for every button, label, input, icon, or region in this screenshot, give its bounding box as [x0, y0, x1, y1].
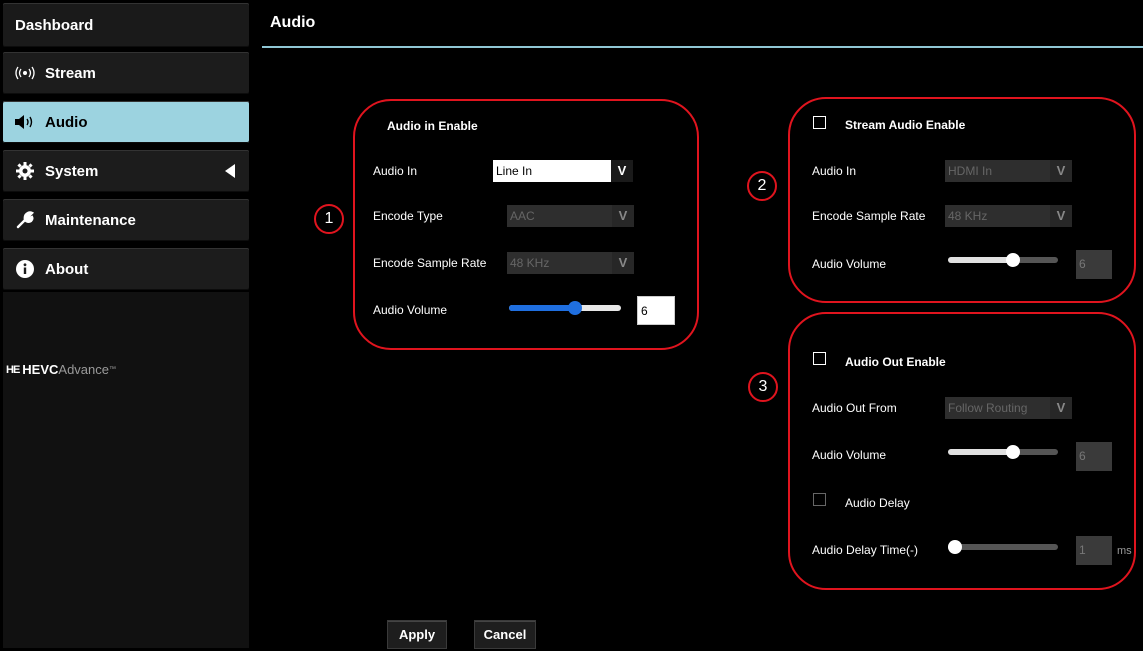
- chevron-down-icon: V: [612, 252, 634, 274]
- sidebar-item-stream[interactable]: Stream: [3, 52, 249, 94]
- audio-out-volume-input[interactable]: 6: [1076, 442, 1112, 471]
- gear-icon: [13, 162, 37, 180]
- stream-sample-rate-value: 48 KHz: [945, 205, 1050, 227]
- collapse-caret-icon[interactable]: [225, 164, 235, 178]
- info-icon: [13, 260, 37, 278]
- audio-out-from-select[interactable]: Follow Routing V: [945, 397, 1072, 419]
- audio-out-from-value: Follow Routing: [945, 397, 1050, 419]
- encode-type-select[interactable]: AAC V: [507, 205, 634, 227]
- wrench-icon: [13, 211, 37, 229]
- audio-delay-time-input[interactable]: 1: [1076, 536, 1112, 565]
- chevron-down-icon: V: [1050, 160, 1072, 182]
- sidebar-background: [3, 292, 249, 648]
- audio-in-enable-title: Audio in Enable: [387, 119, 478, 133]
- logo-suffix: Advance: [58, 362, 109, 377]
- sidebar-item-label: About: [45, 260, 89, 278]
- audio-in-value: Line In: [493, 160, 611, 182]
- apply-button[interactable]: Apply: [387, 620, 447, 649]
- sidebar-item-label: Audio: [45, 113, 88, 131]
- encode-sample-rate-select[interactable]: 48 KHz V: [507, 252, 634, 274]
- chevron-down-icon: V: [1050, 205, 1072, 227]
- stream-audio-in-select[interactable]: HDMI In V: [945, 160, 1072, 182]
- sidebar-item-label: Maintenance: [45, 211, 136, 229]
- audio-volume-slider[interactable]: [509, 301, 621, 315]
- stream-audio-volume-label: Audio Volume: [812, 257, 887, 271]
- stream-audio-volume-slider[interactable]: [948, 253, 1058, 267]
- annotation-number-2: 2: [747, 171, 777, 201]
- slider-thumb[interactable]: [948, 540, 962, 554]
- slider-fill: [948, 449, 1013, 455]
- stream-audio-enable-checkbox[interactable]: [813, 116, 826, 129]
- sidebar-item-label: System: [45, 162, 99, 180]
- audio-out-enable-label: Audio Out Enable: [845, 355, 946, 369]
- logo-tm: ™: [109, 366, 116, 373]
- chevron-down-icon: V: [612, 205, 634, 227]
- chevron-down-icon: V: [1050, 397, 1072, 419]
- sidebar-item-maintenance[interactable]: Maintenance: [3, 199, 249, 241]
- sidebar: Dashboard Stream Audio System Maintenanc…: [0, 0, 250, 651]
- chevron-down-icon: V: [611, 160, 633, 182]
- audio-delay-time-label: Audio Delay Time(-): [812, 543, 919, 557]
- slider-fill: [509, 305, 575, 311]
- page-title: Audio: [270, 14, 316, 31]
- audio-volume-label: Audio Volume: [373, 303, 448, 317]
- hevc-advance-logo: HE HEVC Advance ™: [6, 362, 116, 377]
- stream-audio-in-label: Audio In: [812, 164, 857, 178]
- broadcast-icon: [13, 66, 37, 80]
- title-divider: [262, 46, 1143, 48]
- stream-audio-volume-input[interactable]: 6: [1076, 250, 1112, 279]
- stream-sample-rate-select[interactable]: 48 KHz V: [945, 205, 1072, 227]
- slider-thumb[interactable]: [568, 301, 582, 315]
- stream-audio-in-value: HDMI In: [945, 160, 1050, 182]
- audio-out-enable-checkbox[interactable]: [813, 352, 826, 365]
- sidebar-item-system[interactable]: System: [3, 150, 249, 192]
- slider-track: [948, 544, 1058, 550]
- slider-thumb[interactable]: [1006, 445, 1020, 459]
- encode-sample-rate-label: Encode Sample Rate: [373, 256, 487, 270]
- dashboard-label: Dashboard: [15, 16, 94, 34]
- encode-type-label: Encode Type: [373, 209, 443, 223]
- audio-in-label: Audio In: [373, 164, 418, 178]
- audio-out-from-label: Audio Out From: [812, 401, 897, 415]
- audio-volume-input[interactable]: 6: [637, 296, 675, 325]
- encode-type-value: AAC: [507, 205, 612, 227]
- slider-thumb[interactable]: [1006, 253, 1020, 267]
- audio-in-select[interactable]: Line In V: [493, 160, 633, 182]
- sidebar-header-dashboard[interactable]: Dashboard: [3, 3, 249, 47]
- sidebar-item-audio[interactable]: Audio: [3, 101, 249, 143]
- audio-delay-time-slider[interactable]: [948, 540, 1058, 554]
- logo-mark: HE: [6, 363, 20, 376]
- annotation-number-3: 3: [748, 372, 778, 402]
- audio-out-volume-slider[interactable]: [948, 445, 1058, 459]
- logo-brand: HEVC: [22, 362, 59, 377]
- stream-audio-enable-label: Stream Audio Enable: [845, 118, 966, 132]
- audio-delay-checkbox[interactable]: [813, 493, 826, 506]
- delay-unit-label: ms: [1117, 545, 1132, 557]
- sidebar-item-about[interactable]: About: [3, 248, 249, 290]
- stream-sample-rate-label: Encode Sample Rate: [812, 209, 926, 223]
- audio-out-volume-label: Audio Volume: [812, 448, 887, 462]
- speaker-icon: [13, 114, 37, 130]
- sidebar-item-label: Stream: [45, 64, 96, 82]
- sample-rate-value: 48 KHz: [507, 252, 612, 274]
- cancel-button[interactable]: Cancel: [474, 620, 536, 649]
- audio-delay-label: Audio Delay: [845, 496, 910, 510]
- slider-fill: [948, 257, 1013, 263]
- annotation-number-1: 1: [314, 204, 344, 234]
